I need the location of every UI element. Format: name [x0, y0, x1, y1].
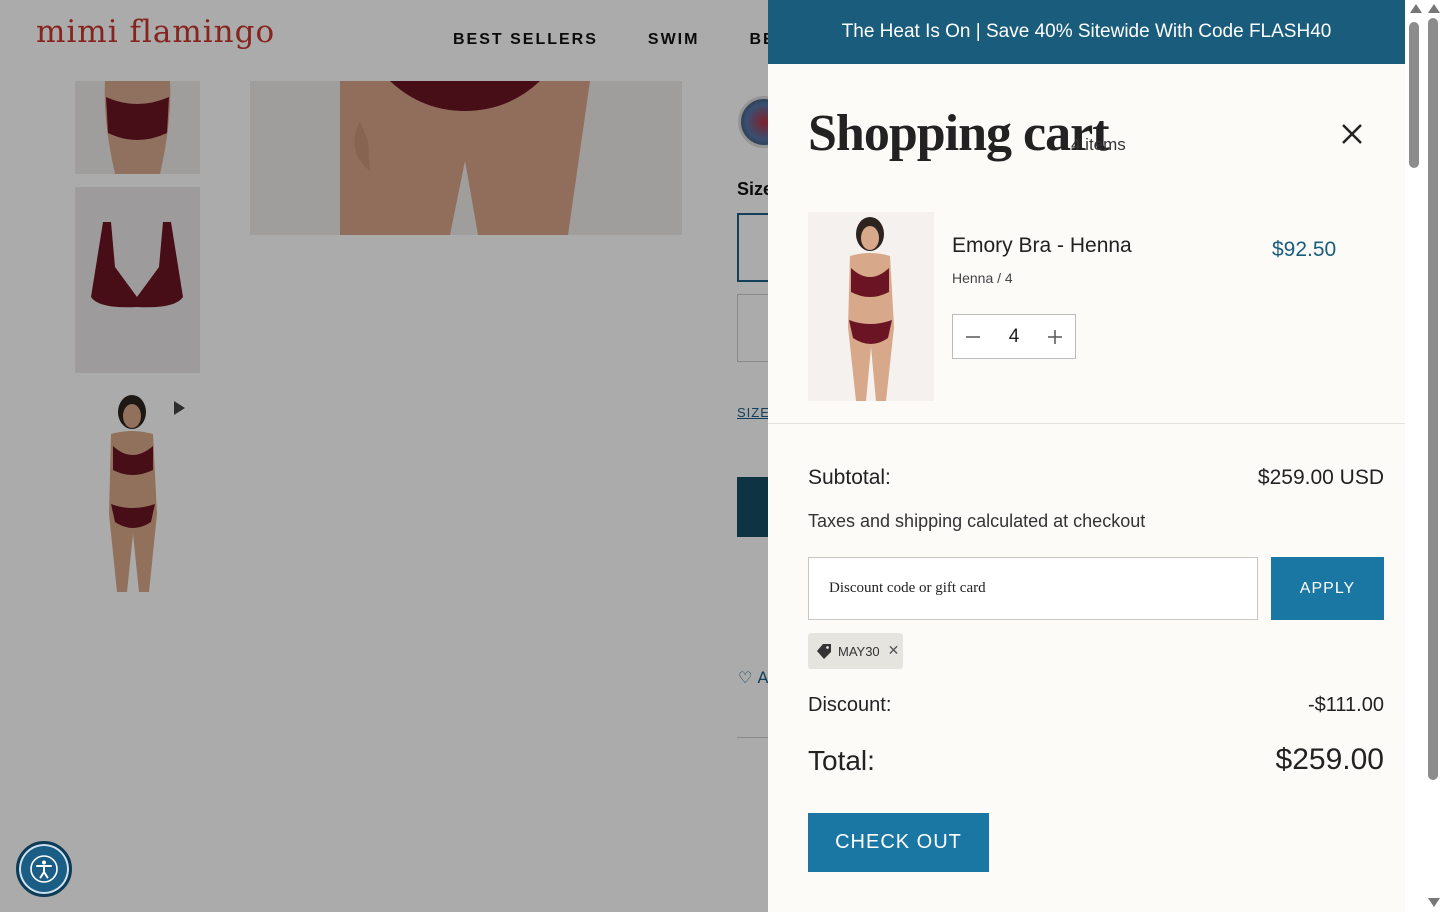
promo-banner: The Heat Is On | Save 40% Sitewide With …	[768, 0, 1405, 64]
quantity-value[interactable]: 4	[993, 326, 1035, 348]
remove-code-icon[interactable]: ✕	[888, 643, 900, 659]
drawer-scroll-thumb[interactable]	[1409, 22, 1419, 168]
drawer-overlay[interactable]	[0, 0, 768, 912]
accessibility-button[interactable]	[16, 841, 72, 897]
applied-code-badge: MAY30 ✕	[808, 633, 903, 669]
cart-item-image[interactable]	[808, 212, 934, 401]
apply-discount-button[interactable]: APPLY	[1271, 557, 1384, 620]
plus-icon	[1048, 329, 1062, 344]
discount-value: -$111.00	[1308, 694, 1384, 716]
quantity-stepper: 4	[952, 314, 1076, 359]
cart-drawer: The Heat Is On | Save 40% Sitewide With …	[768, 0, 1405, 912]
close-cart-button[interactable]	[1338, 120, 1366, 148]
page-scrollbar[interactable]	[1405, 0, 1443, 912]
tag-icon	[817, 644, 831, 659]
cart-item-variant: Henna / 4	[952, 270, 1013, 286]
close-icon	[1342, 124, 1362, 144]
total-label: Total:	[808, 745, 875, 776]
cart-item-price: $92.50	[1272, 238, 1337, 261]
applied-code-text: MAY30	[838, 643, 880, 659]
cart-item-name[interactable]: Emory Bra - Henna	[952, 234, 1132, 258]
discount-code-input[interactable]	[808, 557, 1258, 620]
divider	[768, 423, 1405, 424]
minus-icon	[966, 335, 980, 338]
total-value: $259.00	[1275, 743, 1384, 776]
page-scroll-thumb[interactable]	[1428, 18, 1438, 780]
page-scroll-up-arrow[interactable]	[1428, 4, 1440, 13]
accessibility-icon	[30, 855, 58, 883]
page-scroll-down-arrow[interactable]	[1428, 898, 1440, 907]
subtotal-label: Subtotal:	[808, 466, 891, 489]
decrease-quantity-button[interactable]	[953, 315, 993, 358]
subtotal-value: $259.00 USD	[1257, 466, 1384, 489]
increase-quantity-button[interactable]	[1035, 315, 1075, 358]
cart-title: Shopping cart	[808, 105, 1110, 162]
discount-label: Discount:	[808, 694, 892, 716]
cart-item-count: 4 items	[1071, 135, 1126, 154]
checkout-button[interactable]: CHECK OUT	[808, 813, 989, 872]
drawer-scroll-up-arrow[interactable]	[1410, 4, 1422, 13]
tax-note: Taxes and shipping calculated at checkou…	[808, 511, 1146, 531]
